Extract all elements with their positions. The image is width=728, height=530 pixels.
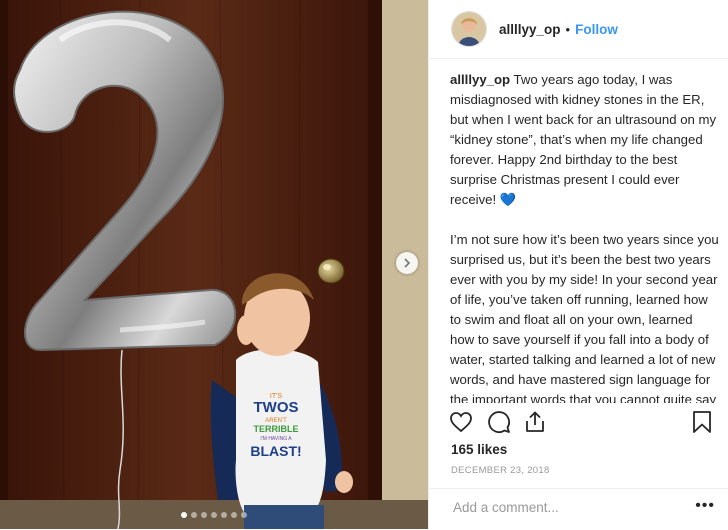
carousel-dot — [201, 512, 207, 518]
post-sidebar: allllyy_op • Follow allllyy_op Two years… — [428, 0, 728, 529]
carousel-dot — [231, 512, 237, 518]
carousel-dot — [241, 512, 247, 518]
likes-count[interactable]: 165 likes — [451, 442, 507, 457]
separator-dot: • — [565, 21, 571, 37]
carousel-dot — [191, 512, 197, 518]
next-photo-button[interactable] — [396, 252, 418, 274]
shirt-text-5: I'M HAVING A — [260, 436, 292, 442]
caption: allllyy_op Two years ago today, I was mi… — [450, 70, 720, 403]
heart-icon — [450, 412, 472, 433]
avatar[interactable] — [451, 11, 487, 47]
bookmark-icon — [693, 411, 711, 433]
caption-username[interactable]: allllyy_op — [450, 72, 510, 87]
action-bar — [449, 410, 714, 438]
carousel-dot — [181, 512, 187, 518]
comment-input[interactable] — [451, 499, 685, 516]
like-button[interactable] — [449, 410, 473, 439]
carousel-dot — [221, 512, 227, 518]
post-photo[interactable]: IT'S TWOS AREN'T TERRIBLE I'M HAVING A B… — [0, 0, 428, 529]
share-icon — [526, 411, 544, 432]
follow-button[interactable]: Follow — [575, 22, 618, 37]
shirt-text-4: TERRIBLE — [254, 424, 299, 434]
shirt-text-2: TWOS — [254, 399, 299, 416]
post-header: allllyy_op • Follow — [429, 0, 728, 59]
carousel-indicator — [0, 512, 428, 518]
comment-bar: ••• — [429, 488, 728, 530]
comment-icon — [488, 411, 510, 433]
comment-button[interactable] — [487, 410, 511, 439]
carousel-dot — [211, 512, 217, 518]
chevron-right-icon — [404, 258, 411, 268]
save-button[interactable] — [691, 410, 713, 439]
share-button[interactable] — [523, 410, 547, 439]
caption-scroll-area[interactable]: allllyy_op Two years ago today, I was mi… — [450, 70, 720, 403]
username-link[interactable]: allllyy_op — [499, 22, 561, 37]
post-date[interactable]: DECEMBER 23, 2018 — [451, 465, 550, 476]
more-options-button[interactable]: ••• — [695, 497, 715, 515]
caption-text: Two years ago today, I was misdiagnosed … — [450, 72, 719, 403]
shirt-text-6: BLAST! — [250, 443, 301, 459]
